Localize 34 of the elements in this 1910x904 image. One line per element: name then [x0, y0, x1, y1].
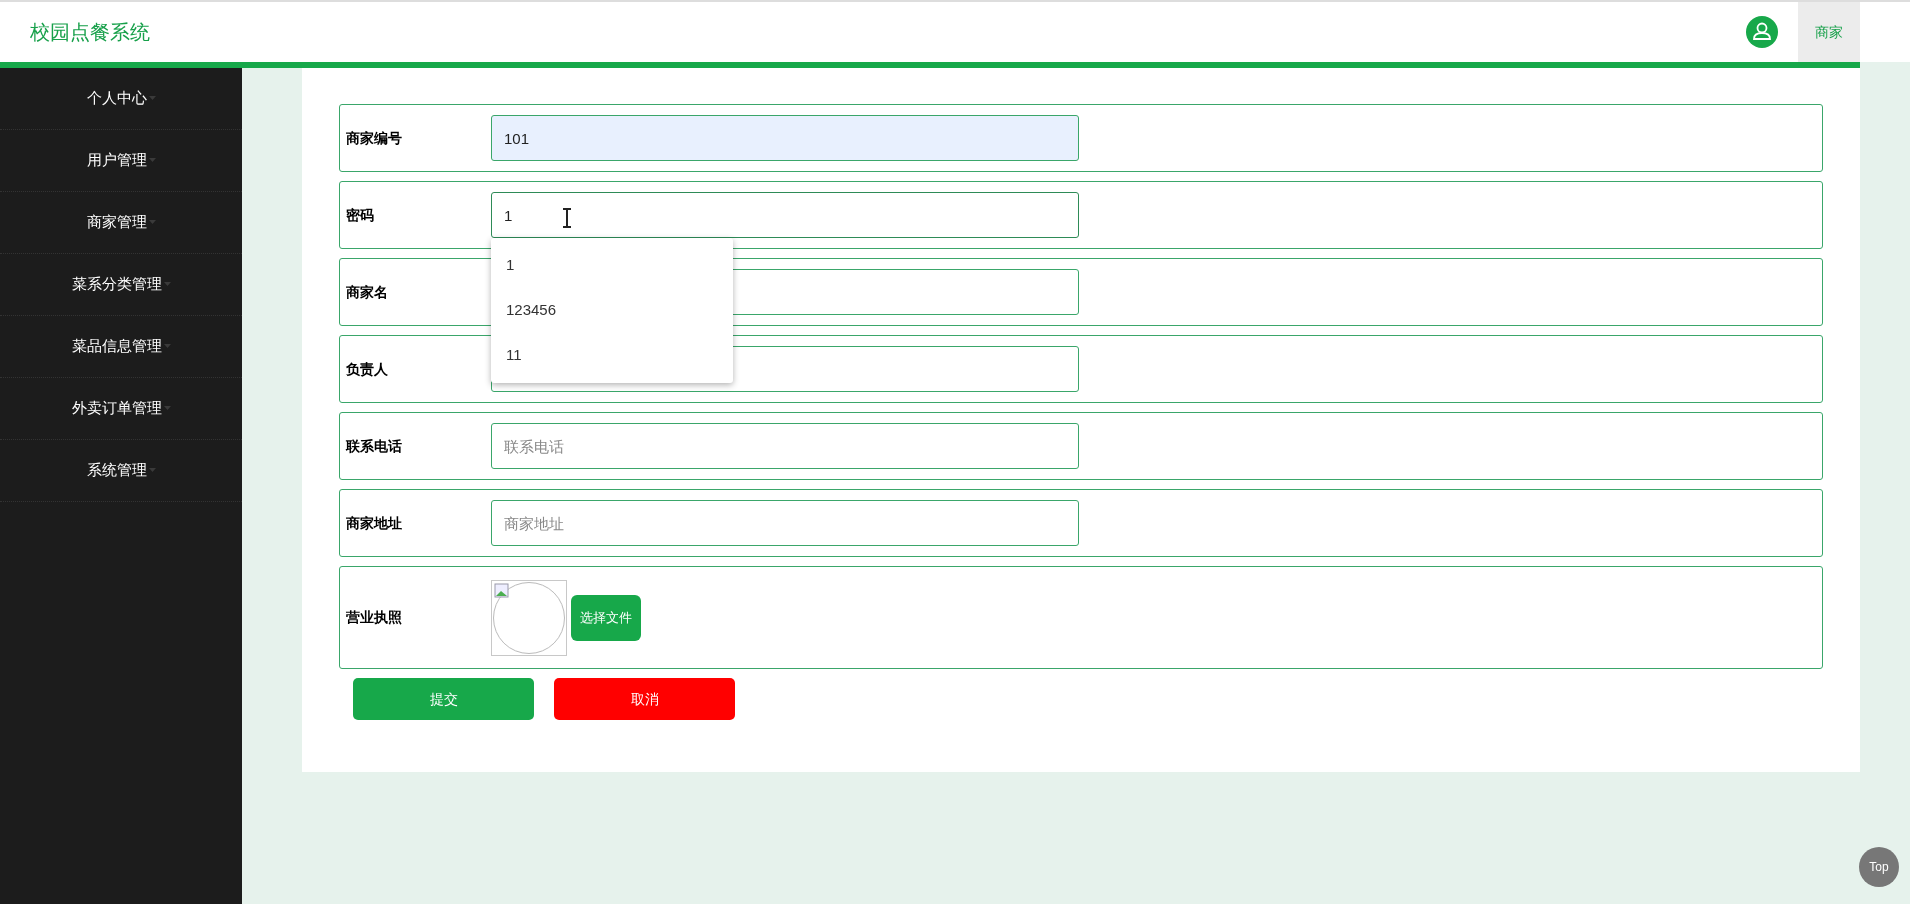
input-field[interactable]: 1 [491, 192, 1079, 238]
field-label: 营业执照 [346, 608, 403, 627]
user-avatar-icon[interactable] [1746, 16, 1778, 48]
field-label: 商家编号 [346, 128, 403, 148]
sidebar-item[interactable]: 商家管理 [0, 192, 242, 254]
app-title: 校园点餐系统 [30, 20, 150, 45]
sidebar-item[interactable]: 用户管理 [0, 130, 242, 192]
field-label: 商家名 [346, 282, 389, 302]
input-field[interactable]: 联系电话 [491, 423, 1079, 469]
back-to-top-button[interactable]: Top [1859, 847, 1899, 887]
caret-icon [163, 406, 171, 411]
broken-image-icon [494, 582, 510, 599]
cancel-button[interactable]: 取消 [554, 678, 735, 720]
caret-icon [148, 220, 156, 225]
field-label: 商家地址 [346, 513, 403, 533]
sidebar-item[interactable]: 菜品信息管理 [0, 316, 242, 378]
sidebar-item[interactable]: 个人中心 [0, 68, 242, 130]
caret-icon [163, 282, 171, 287]
field-label: 负责人 [346, 359, 389, 379]
field-label: 联系电话 [346, 436, 403, 456]
sidebar-item[interactable]: 外卖订单管理 [0, 378, 242, 440]
caret-icon [148, 96, 156, 101]
text-cursor-icon [562, 208, 572, 228]
field-label: 密码 [346, 205, 375, 225]
autocomplete-option[interactable]: 123456 [491, 288, 733, 333]
caret-icon [148, 158, 156, 163]
input-field[interactable]: 101 [491, 115, 1079, 161]
caret-icon [148, 468, 156, 473]
sidebar-item[interactable]: 菜系分类管理 [0, 254, 242, 316]
autocomplete-option[interactable]: 11 [491, 333, 733, 378]
autocomplete-option[interactable]: 1 [491, 243, 733, 288]
input-field[interactable]: 商家地址 [491, 500, 1079, 546]
sidebar-item[interactable]: 系统管理 [0, 440, 242, 502]
caret-icon [163, 344, 171, 349]
